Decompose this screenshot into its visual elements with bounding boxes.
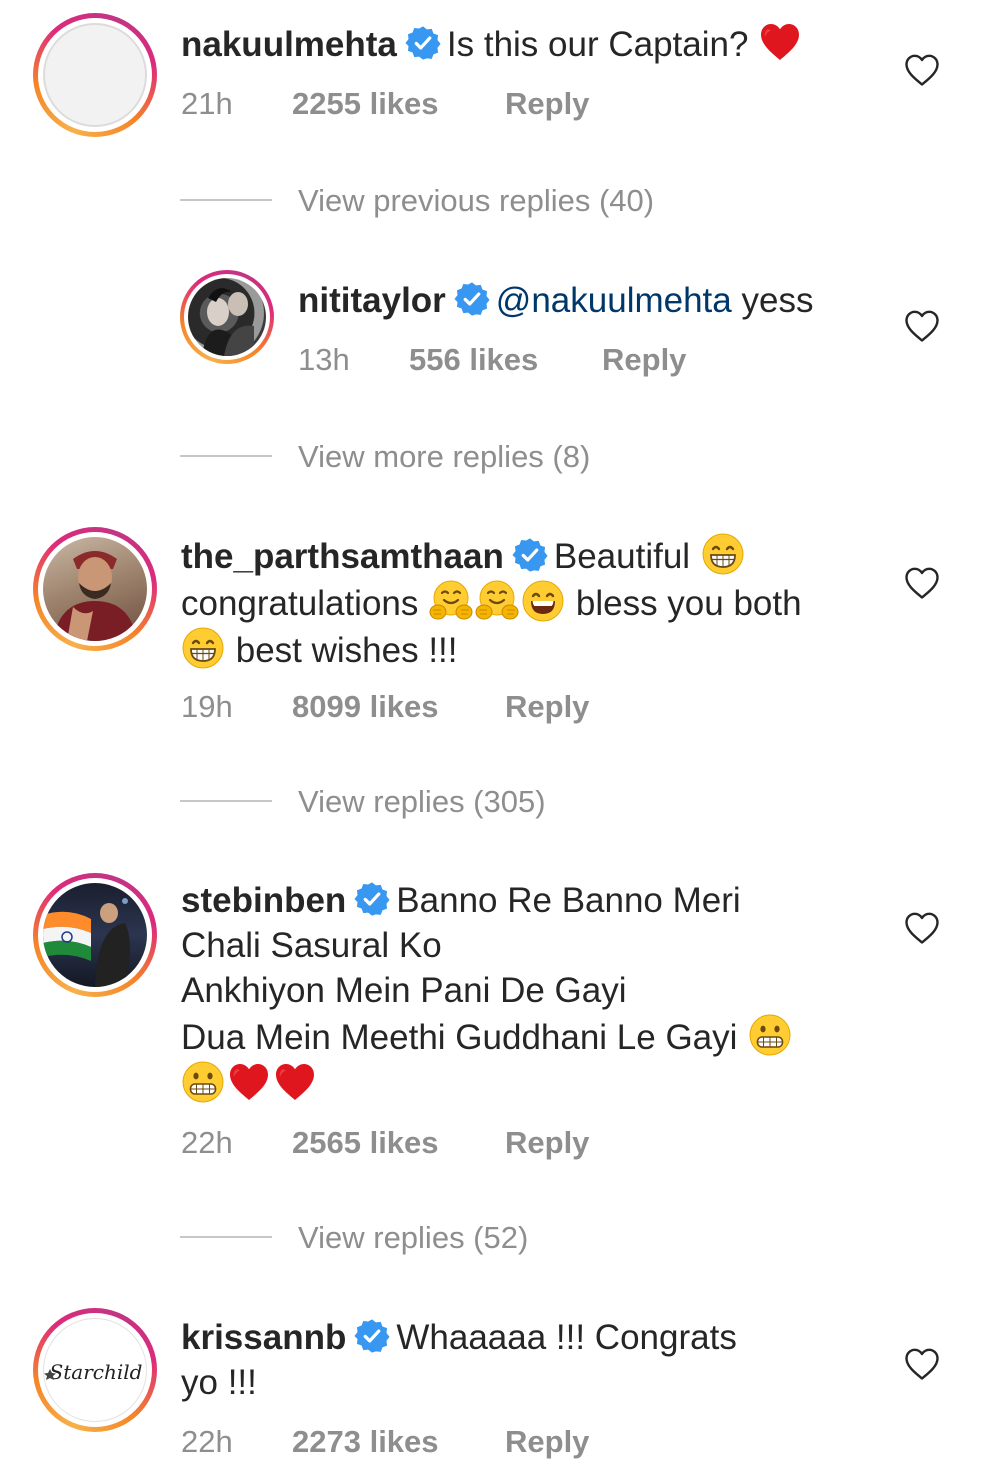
comment-body-line-1: Beautiful	[553, 537, 691, 576]
likes-count[interactable]: 2273 likes	[292, 1422, 439, 1462]
comment-meta: 21h 2255 likes Reply	[181, 84, 781, 124]
verified-badge-icon	[405, 25, 441, 61]
red-heart-emoji	[758, 20, 802, 64]
comment-time: 22h	[181, 1424, 233, 1459]
comment-item: the_parthsamthaan Beautiful congratulatio…	[0, 520, 1000, 740]
verified-badge-icon	[512, 537, 548, 573]
avatar[interactable]	[180, 270, 274, 364]
comment-body-line-4: Dua Mein Meethi Guddhani Le Gayi	[181, 1018, 738, 1057]
view-more-replies-link[interactable]: View more replies (8)	[298, 437, 590, 477]
comment-text: nititaylor @nakuulmehta yess	[298, 278, 998, 323]
comment-meta: 22h 2565 likes Reply	[181, 1123, 781, 1163]
mention-link[interactable]: @nakuulmehta	[496, 281, 732, 320]
avatar-logo-text: Starchild	[50, 1360, 143, 1384]
comment-item: stebinben Banno Re Banno Meri Chali Sasur…	[0, 866, 1000, 1166]
comment-text: krissannb Whaaaaa !!! Congrats yo !!!	[181, 1315, 881, 1405]
comment-time: 13h	[298, 342, 350, 377]
comment-body-line-4: best wishes !!!	[235, 631, 458, 670]
replies-divider	[180, 1236, 272, 1238]
comment-body-line-1: Whaaaaa !!! Congrats	[396, 1318, 737, 1357]
grimacing-face-emoji	[748, 1013, 792, 1057]
likes-count[interactable]: 2565 likes	[292, 1123, 439, 1163]
like-heart-icon[interactable]	[904, 53, 940, 87]
verified-badge-icon	[354, 1318, 390, 1354]
username-link[interactable]: the_parthsamthaan	[181, 537, 504, 576]
comment-body-line-3: Ankhiyon Mein Pani De Gayi	[181, 971, 627, 1010]
grinning-face-emoji	[521, 579, 565, 623]
comment-meta: 19h 8099 likes Reply	[181, 687, 781, 727]
comment-body-line-3: bless you both	[575, 584, 802, 623]
comment-body: Is this our Captain?	[446, 25, 749, 64]
grimacing-face-emoji	[181, 1060, 225, 1104]
avatar[interactable]	[33, 13, 157, 137]
comment-body-line-2: congratulations	[181, 584, 419, 623]
comment-body-line-2: Chali Sasural Ko	[181, 926, 442, 965]
likes-count[interactable]: 2255 likes	[292, 84, 439, 124]
avatar[interactable]	[33, 527, 157, 651]
comment-body-line-1: Banno Re Banno Meri	[396, 881, 741, 920]
view-replies-link[interactable]: View replies (52)	[298, 1218, 528, 1258]
hugging-face-emoji	[429, 579, 473, 623]
hugging-face-emoji	[475, 579, 519, 623]
verified-badge-icon	[454, 281, 490, 317]
comment-text: nakuulmehta Is this our Captain?	[181, 20, 881, 67]
reply-button[interactable]: Reply	[505, 1123, 589, 1163]
username-link[interactable]: nititaylor	[298, 281, 446, 320]
replies-divider	[180, 455, 272, 457]
comment-body-line-2: yo !!!	[181, 1363, 257, 1402]
replies-divider	[180, 800, 272, 802]
red-heart-emoji	[273, 1060, 317, 1104]
view-replies-link[interactable]: View replies (305)	[298, 782, 546, 822]
comment-time: 19h	[181, 689, 233, 724]
reply-item: nititaylor @nakuulmehta yess 13h 556 like…	[0, 260, 1000, 390]
reply-button[interactable]: Reply	[505, 687, 589, 727]
like-heart-icon[interactable]	[904, 566, 940, 600]
comment-meta: 13h 556 likes Reply	[298, 340, 798, 380]
comment-time: 22h	[181, 1125, 233, 1160]
grinning-face-emoji	[701, 532, 745, 576]
view-previous-replies-link[interactable]: View previous replies (40)	[298, 181, 654, 221]
like-heart-icon[interactable]	[904, 911, 940, 945]
username-link[interactable]: nakuulmehta	[181, 25, 397, 64]
reply-button[interactable]: Reply	[505, 84, 589, 124]
replies-divider	[180, 199, 272, 201]
likes-count[interactable]: 8099 likes	[292, 687, 439, 727]
verified-badge-icon	[354, 881, 390, 917]
comment-meta: 22h 2273 likes Reply	[181, 1422, 781, 1462]
comment-body: yess	[741, 281, 814, 320]
likes-count[interactable]: 556 likes	[409, 340, 538, 380]
username-link[interactable]: stebinben	[181, 881, 346, 920]
like-heart-icon[interactable]	[904, 1347, 940, 1381]
like-heart-icon[interactable]	[904, 309, 940, 343]
comment-time: 21h	[181, 86, 233, 121]
comment-text: the_parthsamthaan Beautiful congratulatio…	[181, 532, 881, 673]
comment-item: nakuulmehta Is this our Captain? 21h 2255…	[0, 0, 1000, 140]
reply-button[interactable]: Reply	[505, 1422, 589, 1462]
comment-text: stebinben Banno Re Banno Meri Chali Sasur…	[181, 878, 881, 1107]
avatar[interactable]: Starchild	[33, 1308, 157, 1432]
comment-item: Starchild krissannb Whaaaaa !!! Congrats …	[0, 1302, 1000, 1472]
red-heart-emoji	[227, 1060, 271, 1104]
avatar[interactable]	[33, 873, 157, 997]
username-link[interactable]: krissannb	[181, 1318, 346, 1357]
reply-button[interactable]: Reply	[602, 340, 686, 380]
grinning-face-emoji	[181, 626, 225, 670]
